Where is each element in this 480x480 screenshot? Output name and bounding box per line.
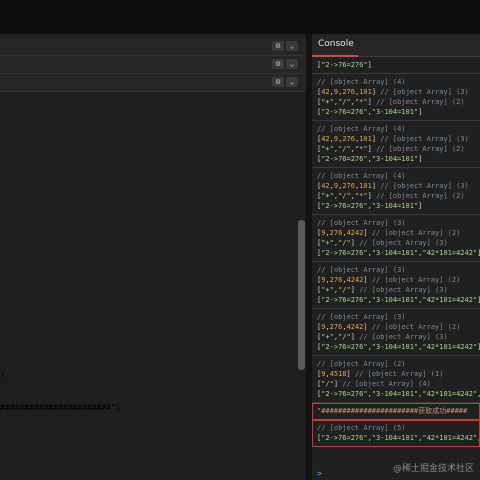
console-entry: // [object Array] (4) [42,9,276,101] // [… (312, 121, 480, 168)
console-line: ["2->76=276","3-104=101","42*101=4242"] (317, 296, 480, 304)
console-line: [42,9,276,101] // [object Array] (3) (317, 135, 469, 143)
console-line: ["+","/"] // [object Array] (3) (317, 286, 448, 294)
code-line: #######################") (0, 403, 121, 412)
console-entry: ["2->76=276"] (312, 57, 480, 74)
console-line: [9,4518] // [object Array] (1) (317, 370, 444, 378)
console-line: ["+","/"] // [object Array] (3) (317, 239, 448, 247)
console-line: ["+","/","*"] // [object Array] (2) (317, 192, 465, 200)
console-entry: "#######################获取成功##### (312, 403, 480, 420)
console-line: // [object Array] (4) (317, 78, 406, 86)
console-line: "#######################获取成功##### (317, 407, 468, 415)
console-entry: // [object Array] (2) [9,4518] // [object… (312, 356, 480, 403)
console-prompt[interactable]: > (317, 469, 322, 478)
editor-header-row: ⚙ ⌄ (0, 38, 306, 56)
console-title: Console (318, 39, 354, 49)
editor-panel: ⚙ ⌄ ⚙ ⌄ ⚙ ⌄ ) #######################") (0, 34, 306, 480)
editor-scrollbar[interactable] (298, 220, 305, 370)
chevron-down-icon[interactable]: ⌄ (286, 77, 298, 87)
console-line: // [object Array] (3) (317, 313, 406, 321)
console-line: ["+","/"] // [object Array] (3) (317, 333, 448, 341)
console-line: ["+","/","*"] // [object Array] (2) (317, 98, 465, 106)
console-line: ["2->76=276","3-104=101","42*101=4242"] (317, 249, 480, 257)
console-line: ["+","/","*"] // [object Array] (2) (317, 145, 465, 153)
console-entry: // [object Array] (3) [9,276,4242] // [ob… (312, 309, 480, 356)
console-line: ["2->76=276","3-104=101"] (317, 108, 423, 116)
console-line: [9,276,4242] // [object Array] (2) (317, 323, 461, 331)
gear-icon[interactable]: ⚙ (272, 59, 284, 69)
console-line: ["2->76=276","3-104=101","42*101=4242","… (317, 434, 480, 442)
console-line: [9,276,4242] // [object Array] (2) (317, 229, 461, 237)
console-entries: ["2->76=276"] // [object Array] (4) [42,9,… (312, 57, 480, 447)
console-line: ["/"] // [object Array] (4) (317, 380, 431, 388)
editor-header-row: ⚙ ⌄ (0, 56, 306, 74)
chevron-down-icon[interactable]: ⌄ (286, 59, 298, 69)
console-line: ["2->76=276"] (317, 61, 372, 69)
console-line: // [object Array] (5) (317, 424, 406, 432)
console-line: ["2->76=276","3-104=101","42*101=4242","… (317, 390, 480, 398)
console-line: // [object Array] (3) (317, 266, 406, 274)
code-line: ) (0, 370, 5, 379)
editor-header-row: ⚙ ⌄ (0, 74, 306, 92)
console-line: // [object Array] (4) (317, 125, 406, 133)
gear-icon[interactable]: ⚙ (272, 41, 284, 51)
console-line: [42,9,276,101] // [object Array] (3) (317, 182, 469, 190)
console-line: ["2->76=276","3-104=101"] (317, 202, 423, 210)
console-tab[interactable]: Console (312, 34, 480, 57)
console-entry: // [object Array] (4) [42,9,276,101] // [… (312, 168, 480, 215)
watermark: @稀土掘金技术社区 (392, 464, 474, 474)
console-panel: Console ["2->76=276"] // [object Array] (… (312, 34, 480, 480)
console-line: // [object Array] (2) (317, 360, 406, 368)
gear-icon[interactable]: ⚙ (272, 77, 284, 87)
top-bar (0, 0, 480, 34)
console-line: ["2->76=276","3-104=101","42*101=4242"] (317, 343, 480, 351)
console-line: ["2->76=276","3-104=101"] (317, 155, 423, 163)
console-entry: // [object Array] (3) [9,276,4242] // [ob… (312, 215, 480, 262)
console-entry: // [object Array] (5) ["2->76=276","3-104… (312, 420, 480, 447)
console-line: // [object Array] (4) (317, 172, 406, 180)
console-entry: // [object Array] (4) [42,9,276,101] // [… (312, 74, 480, 121)
console-line: [42,9,276,101] // [object Array] (3) (317, 88, 469, 96)
console-line: [9,276,4242] // [object Array] (2) (317, 276, 461, 284)
console-entry: // [object Array] (3) [9,276,4242] // [ob… (312, 262, 480, 309)
console-line: // [object Array] (3) (317, 219, 406, 227)
chevron-down-icon[interactable]: ⌄ (286, 41, 298, 51)
